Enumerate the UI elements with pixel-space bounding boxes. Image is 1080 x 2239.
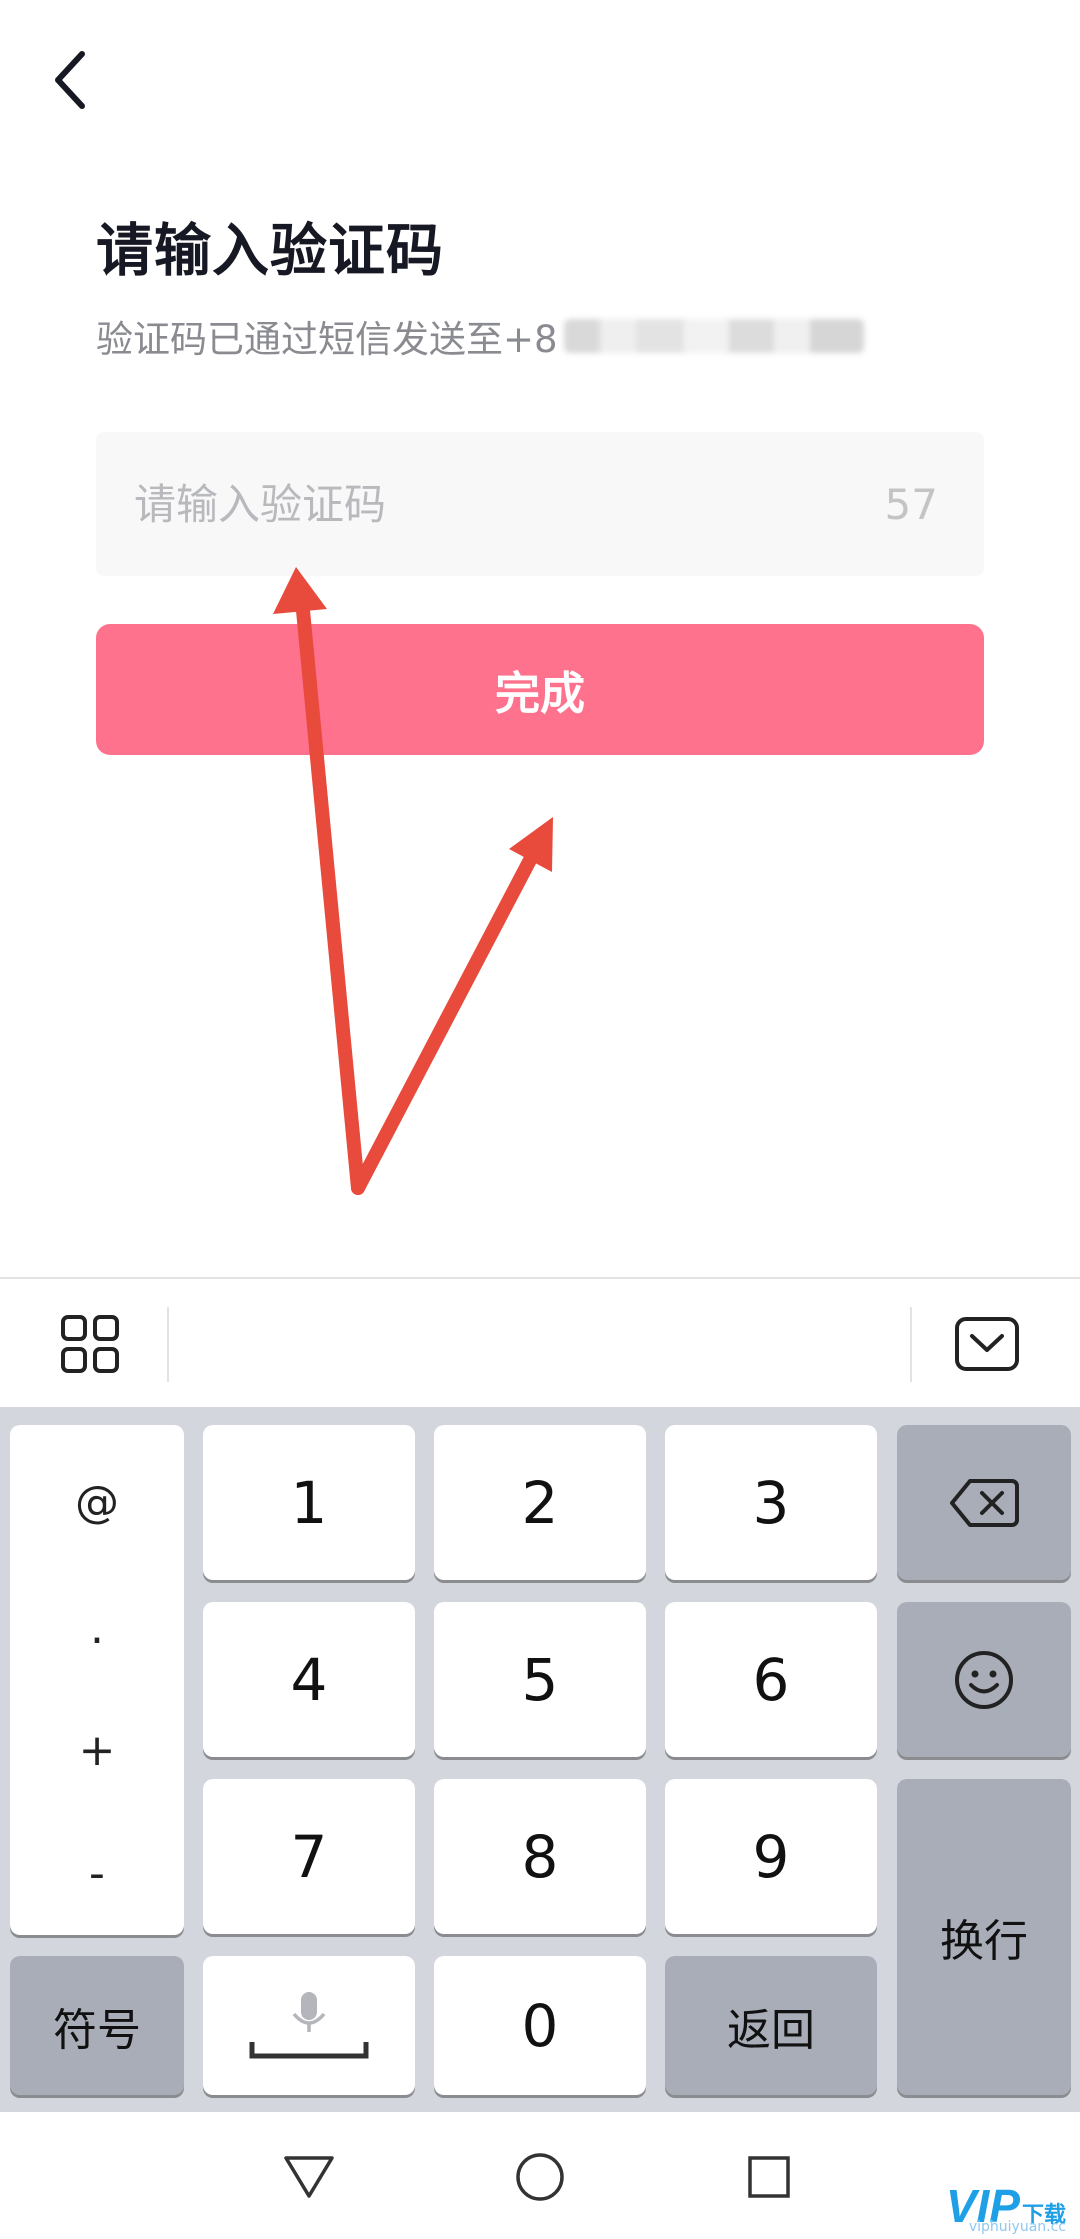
smiley-icon — [955, 1650, 1013, 1709]
key-8[interactable]: 8 — [434, 1779, 646, 1934]
symbol-key-at[interactable]: @ — [10, 1477, 184, 1528]
key-6[interactable]: 6 — [665, 1602, 877, 1757]
square-recents-icon — [748, 2156, 790, 2198]
symbol-key-minus[interactable]: - — [10, 1848, 184, 1899]
keyboard-toolbar — [0, 1277, 1080, 1407]
key-3[interactable]: 3 — [665, 1425, 877, 1580]
key-9[interactable]: 9 — [665, 1779, 877, 1934]
nav-home-button[interactable] — [505, 2142, 575, 2212]
backspace-key[interactable] — [897, 1425, 1071, 1580]
watermark-url: viphuiyuan.cc — [968, 2219, 1066, 2235]
toolbar-divider-right — [910, 1307, 912, 1382]
emoji-key[interactable] — [897, 1602, 1071, 1757]
symbol-column[interactable]: @ . + - — [10, 1425, 184, 1935]
backspace-icon — [950, 1478, 1019, 1527]
voice-space-key[interactable] — [203, 1956, 415, 2095]
site-watermark: VIP 下载 viphuiyuan.cc — [946, 2179, 1066, 2235]
numeric-keyboard: @ . + - 1 2 3 4 5 6 7 8 9 换行 符号 0 返回 — [0, 1407, 1080, 2112]
annotation-arrows — [273, 567, 553, 1195]
nav-recents-button[interactable] — [734, 2142, 804, 2212]
key-2[interactable]: 2 — [434, 1425, 646, 1580]
symbol-toggle-key[interactable]: 符号 — [10, 1956, 184, 2095]
triangle-back-icon — [284, 2156, 334, 2198]
return-key-label: 返回 — [727, 2004, 815, 2056]
key-7[interactable]: 7 — [203, 1779, 415, 1934]
nav-back-button[interactable] — [274, 2142, 344, 2212]
toolbar-divider-left — [167, 1307, 169, 1382]
system-navigation-bar: VIP 下载 viphuiyuan.cc — [0, 2112, 1080, 2239]
symbol-toggle-label: 符号 — [53, 2004, 141, 2056]
annotation-arrow-to-input — [273, 567, 365, 1195]
microphone-icon — [249, 1991, 369, 2058]
annotation-arrow-to-done — [351, 817, 553, 1195]
enter-key[interactable]: 换行 — [897, 1779, 1071, 2095]
key-4[interactable]: 4 — [203, 1602, 415, 1757]
enter-key-label: 换行 — [940, 1916, 1028, 1967]
keyboard-hide-icon[interactable] — [952, 1309, 1022, 1379]
key-0[interactable]: 0 — [434, 1956, 646, 2095]
circle-home-icon — [516, 2153, 564, 2201]
symbol-key-dot[interactable]: . — [10, 1603, 184, 1654]
key-5[interactable]: 5 — [434, 1602, 646, 1757]
symbol-key-plus[interactable]: + — [10, 1725, 184, 1776]
key-1[interactable]: 1 — [203, 1425, 415, 1580]
grid-icon[interactable] — [55, 1309, 125, 1379]
return-key[interactable]: 返回 — [665, 1956, 877, 2095]
